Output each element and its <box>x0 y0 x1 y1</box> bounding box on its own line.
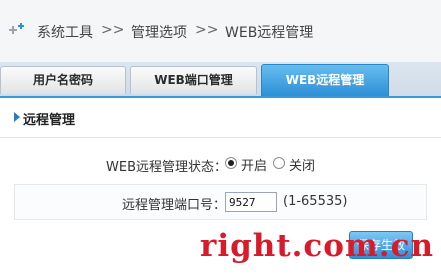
radio-disable[interactable] <box>273 157 285 169</box>
plus-icon <box>9 23 24 34</box>
port-label: 远程管理端口号： <box>121 198 226 213</box>
status-row: WEB远程管理状态： 开启 关闭 <box>14 146 427 182</box>
section-header: 远程管理 <box>0 98 441 138</box>
radio-enable[interactable] <box>225 157 237 169</box>
tab-username-password[interactable]: 用户名密码 <box>0 66 126 94</box>
radio-enable-label[interactable]: 开启 <box>241 155 267 174</box>
breadcrumb-separator: >> <box>195 22 219 38</box>
triangle-right-icon <box>14 112 20 122</box>
breadcrumb-item-management-options[interactable]: 管理选项 <box>131 22 187 42</box>
breadcrumb-item-web-remote: WEB远程管理 <box>225 25 314 41</box>
tab-web-port[interactable]: WEB端口管理 <box>130 66 257 94</box>
tab-bar: 用户名密码 WEB端口管理 WEB远程管理 <box>0 62 441 98</box>
port-range-hint: (1-65535) <box>283 194 348 209</box>
tab-web-remote[interactable]: WEB远程管理 <box>261 64 389 96</box>
watermark: right.com.cn <box>200 228 434 264</box>
breadcrumb-separator: >> <box>101 22 125 38</box>
port-input[interactable] <box>225 192 277 212</box>
breadcrumb-bar: 系统工具 >> 管理选项 >> WEB远程管理 <box>0 0 441 62</box>
port-row: 远程管理端口号： (1-65535) <box>14 184 427 220</box>
status-label: WEB远程管理状态： <box>106 160 227 175</box>
radio-disable-label[interactable]: 关闭 <box>289 155 315 174</box>
section-title: 远程管理 <box>23 113 76 128</box>
breadcrumb-item-system-tools[interactable]: 系统工具 <box>37 22 93 42</box>
